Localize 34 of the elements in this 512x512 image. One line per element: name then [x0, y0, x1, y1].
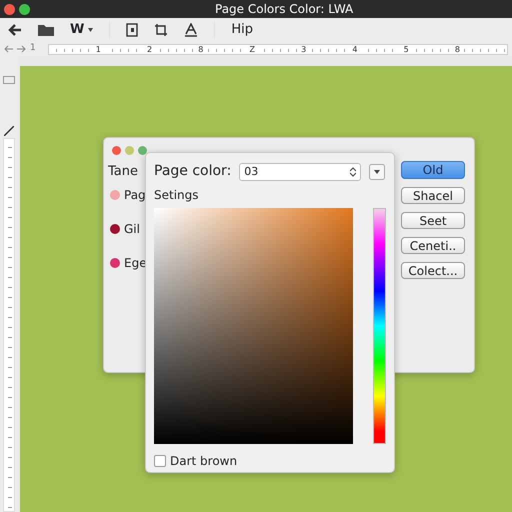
- dropdown-button[interactable]: [369, 164, 386, 180]
- folder-icon[interactable]: [38, 24, 54, 36]
- caret-icon: [88, 28, 94, 32]
- indent-number: 1: [30, 42, 36, 56]
- document-icon[interactable]: [126, 23, 138, 37]
- pencil-icon[interactable]: [4, 126, 14, 136]
- section-label: Setings: [154, 187, 200, 204]
- close-button[interactable]: [112, 146, 121, 155]
- checkbox-label: Dart brown: [170, 453, 238, 470]
- dialog-button[interactable]: Colect...: [401, 262, 465, 279]
- window-title: Page Colors Color: LWA: [215, 1, 354, 18]
- list-title: Tane: [108, 163, 138, 181]
- font-menu-button[interactable]: W: [70, 20, 94, 40]
- left-arrow-icon[interactable]: [4, 45, 13, 53]
- indent-arrow-icon[interactable]: [17, 45, 26, 53]
- color-gradient-square[interactable]: [154, 208, 353, 444]
- close-button[interactable]: [4, 4, 15, 14]
- field-label: Page color:: [154, 162, 232, 181]
- dialog-button[interactable]: Seet: [401, 212, 465, 229]
- dialog-button[interactable]: Ceneti..: [401, 237, 465, 254]
- color-list-item[interactable]: Gil: [110, 220, 147, 238]
- toolbar-label: Hip: [231, 21, 253, 40]
- text-underline-icon[interactable]: [184, 23, 198, 37]
- back-arrow-icon[interactable]: [8, 24, 22, 36]
- color-list-item[interactable]: Pag: [110, 186, 147, 204]
- dialog-button[interactable]: Shacel: [401, 187, 465, 204]
- zoom-button[interactable]: [19, 4, 30, 14]
- checkbox[interactable]: [154, 455, 166, 467]
- value-field[interactable]: 03: [239, 162, 362, 180]
- color-list-item[interactable]: Ege: [110, 254, 147, 272]
- stepper-icon[interactable]: [350, 166, 356, 176]
- dialog-button[interactable]: Old: [401, 161, 465, 179]
- ruler-number: Z: [246, 44, 259, 54]
- crop-icon[interactable]: [154, 23, 168, 37]
